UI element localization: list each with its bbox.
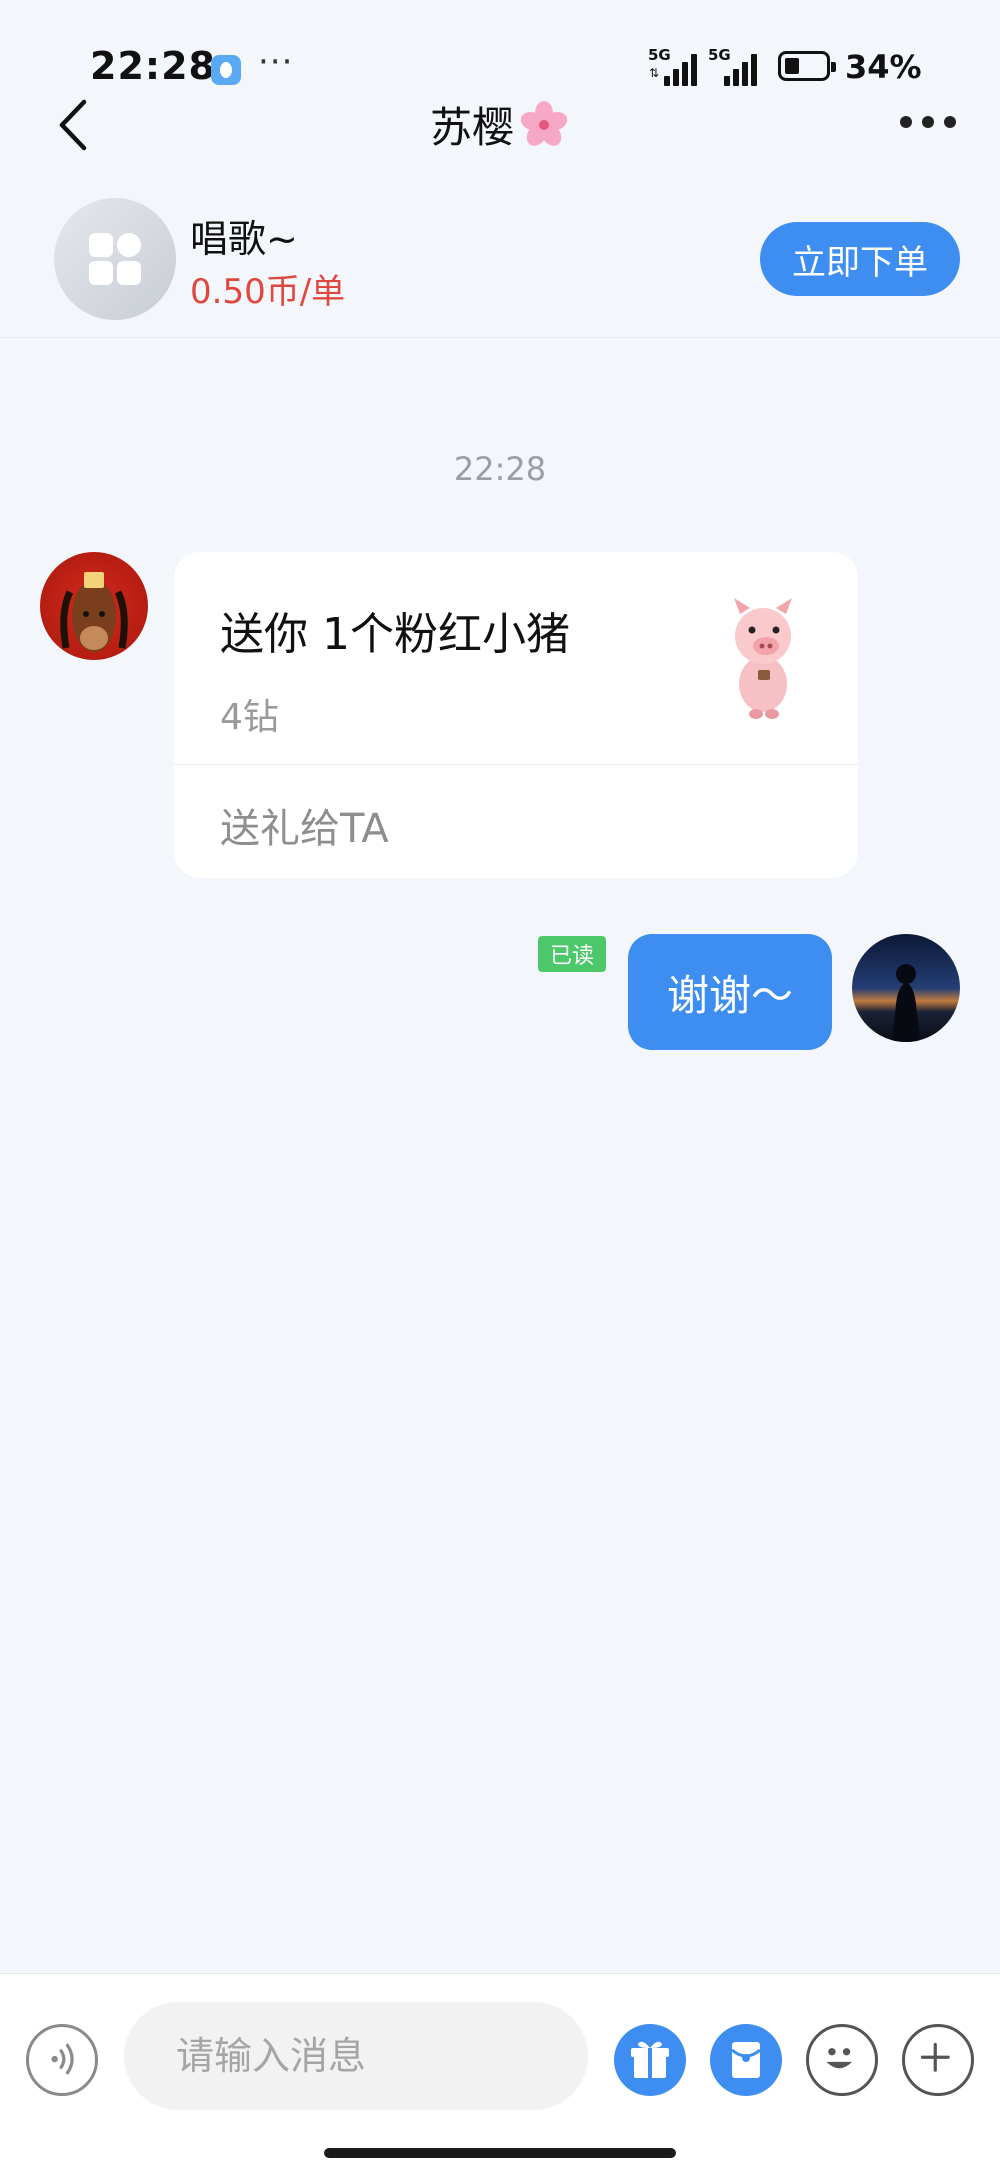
silhouette-avatar-image [892,964,920,1042]
contact-name: 苏樱 [429,103,514,152]
app-notification-icon [211,55,241,85]
red-packet-icon [731,2042,761,2078]
status-time: 22:28 [90,44,216,88]
pink-pig-gift-icon [734,598,792,719]
service-card: 唱歌~ 0.50币/单 立即下单 [0,180,1000,338]
sender-avatar[interactable] [40,552,148,660]
more-actions-button[interactable] [902,2024,974,2096]
chat-title: 苏樱 [0,94,1000,155]
red-packet-button[interactable] [710,2024,782,2096]
battery-icon [778,51,836,81]
battery-percent: 34% [845,48,922,86]
data-arrows-icon: ⇅ [649,66,660,80]
voice-input-button[interactable] [26,2024,98,2096]
status-more-indicator: ··· [258,42,294,82]
cherry-blossom-icon [520,100,568,146]
gift-button[interactable] [614,2024,686,2096]
service-avatar [54,198,176,320]
outgoing-message-bubble[interactable]: 谢谢～ [628,934,832,1050]
gift-title: 送你 1个粉红小猪 [220,609,570,660]
input-bar [0,1973,1000,2177]
order-now-button[interactable]: 立即下单 [760,222,960,296]
plus-icon [920,2042,950,2072]
voice-icon [51,2043,74,2075]
gift-message-card[interactable]: 送你 1个粉红小猪 4钻 送礼给TA [174,552,858,878]
service-price: 0.50币/单 [190,272,346,312]
message-input[interactable] [124,2002,588,2110]
status-bar: 22:28 ··· 5G ⇅ 5G 34% [0,0,1000,100]
my-avatar[interactable] [852,934,960,1042]
home-indicator[interactable] [324,2148,676,2158]
emoji-button[interactable] [806,2024,878,2096]
read-status-badge: 已读 [538,936,606,972]
more-options-button[interactable] [898,112,958,132]
gift-price: 4钻 [220,697,279,738]
gift-card-divider [174,764,858,765]
message-timestamp: 22:28 [453,450,547,488]
gift-icon [631,2041,669,2078]
emoji-icon [826,2048,853,2069]
send-gift-link[interactable]: 送礼给TA [220,796,389,854]
horse-avatar-image [60,572,128,652]
service-name: 唱歌~ [190,217,298,261]
signal-1-icon: 5G ⇅ [648,46,704,86]
signal-2-icon: 5G [708,46,764,86]
